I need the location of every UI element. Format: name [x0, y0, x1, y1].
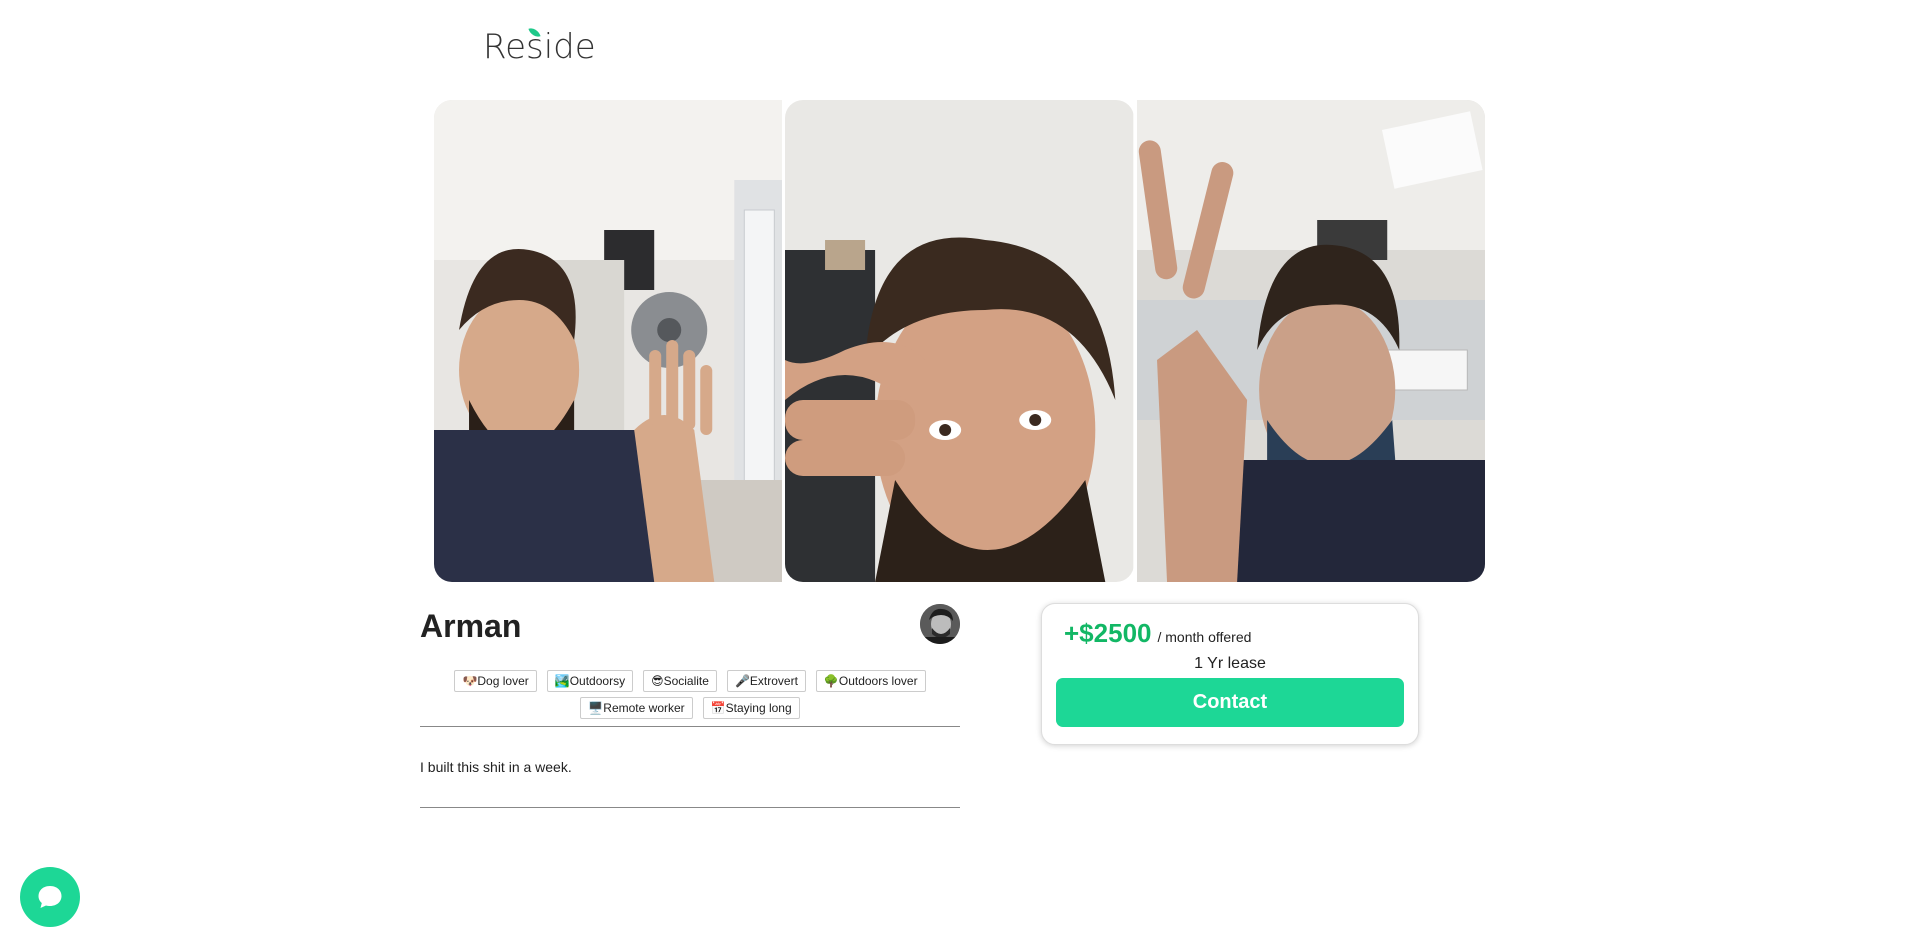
- tag-outdoors-lover: 🌳Outdoors lover: [815, 670, 926, 692]
- avatar[interactable]: [920, 604, 960, 644]
- offer-card: +$2500 / month offered 1 Yr lease Contac…: [1041, 603, 1419, 745]
- gallery-photo-2[interactable]: [785, 100, 1134, 582]
- price-row: +$2500 / month offered: [1064, 618, 1404, 649]
- tag-socialite: 😎Socialite: [643, 670, 717, 692]
- divider: [420, 726, 960, 727]
- tag-staying-long: 📅Staying long: [702, 697, 800, 719]
- tag-extrovert: 🎤Extrovert: [726, 670, 806, 692]
- profile-bio: I built this shit in a week.: [420, 759, 572, 775]
- gallery-photo-3[interactable]: [1136, 100, 1485, 582]
- profile-section: Arman 🐶Dog lover 🏞️Outdoorsy 😎Socialite …: [420, 604, 960, 808]
- tag-list: 🐶Dog lover 🏞️Outdoorsy 😎Socialite 🎤Extro…: [420, 670, 960, 719]
- contact-button[interactable]: Contact: [1056, 678, 1404, 727]
- chat-bubble-icon: [38, 886, 62, 908]
- lease-term: 1 Yr lease: [1194, 655, 1266, 672]
- offer-period: / month offered: [1157, 629, 1252, 645]
- tag-remote-worker: 🖥️Remote worker: [580, 697, 693, 719]
- photo-gallery: [434, 100, 1485, 582]
- logo[interactable]: Reside: [483, 22, 596, 64]
- offer-price: +$2500: [1064, 618, 1152, 648]
- chat-button[interactable]: [20, 867, 80, 927]
- profile-name: Arman: [420, 608, 522, 644]
- gallery-photo-1[interactable]: [434, 100, 783, 582]
- tag-outdoorsy: 🏞️Outdoorsy: [546, 670, 634, 692]
- tag-dog-lover: 🐶Dog lover: [454, 670, 537, 692]
- divider: [420, 807, 960, 808]
